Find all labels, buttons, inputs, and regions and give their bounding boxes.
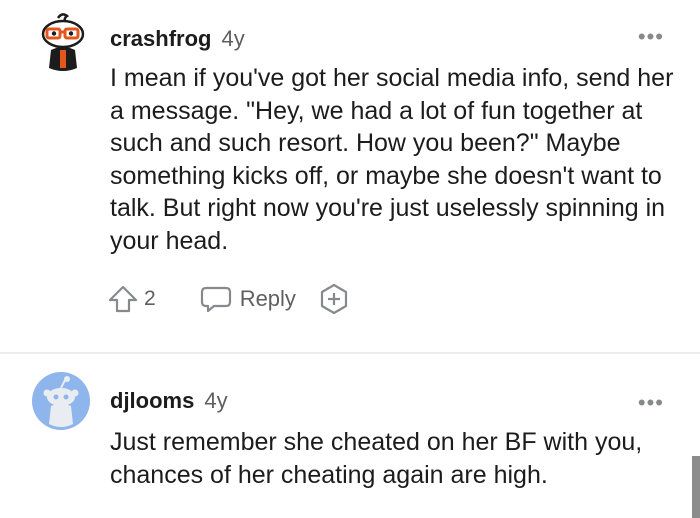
comment-body: I mean if you've got her social media in… — [110, 64, 674, 255]
comment-age: 4y — [204, 388, 228, 413]
comment: crashfrog 4y ••• I mean if you've got he… — [0, 0, 700, 352]
add-award-icon — [320, 283, 348, 315]
reply-label: Reply — [239, 286, 296, 311]
upvote-arrow-icon — [108, 285, 138, 313]
more-options-icon[interactable]: ••• — [638, 26, 664, 48]
speech-bubble-icon — [200, 286, 231, 313]
comment: djlooms 4y ••• Just remember she cheated… — [0, 354, 700, 518]
more-options-icon[interactable]: ••• — [638, 392, 664, 414]
award-button[interactable] — [318, 283, 350, 315]
comment-meta: djlooms 4y — [110, 388, 228, 414]
comment-meta: crashfrog 4y — [110, 26, 245, 52]
reply-button[interactable]: Reply — [200, 285, 296, 313]
snoo-avatar-glasses-icon — [41, 13, 85, 71]
vote-count: 2 — [144, 287, 156, 310]
upvote-button[interactable]: 2 — [108, 285, 156, 313]
user-avatar[interactable] — [32, 372, 90, 430]
scrollbar[interactable] — [692, 456, 700, 518]
snoo-avatar-default-icon — [32, 372, 90, 430]
username[interactable]: crashfrog — [110, 26, 211, 52]
comment-body: Just remember she cheated on her BF with… — [110, 428, 643, 489]
comment-actions: 2 Reply — [108, 283, 350, 315]
user-avatar[interactable] — [36, 12, 90, 72]
username[interactable]: djlooms — [110, 388, 194, 414]
comment-age: 4y — [221, 26, 245, 51]
